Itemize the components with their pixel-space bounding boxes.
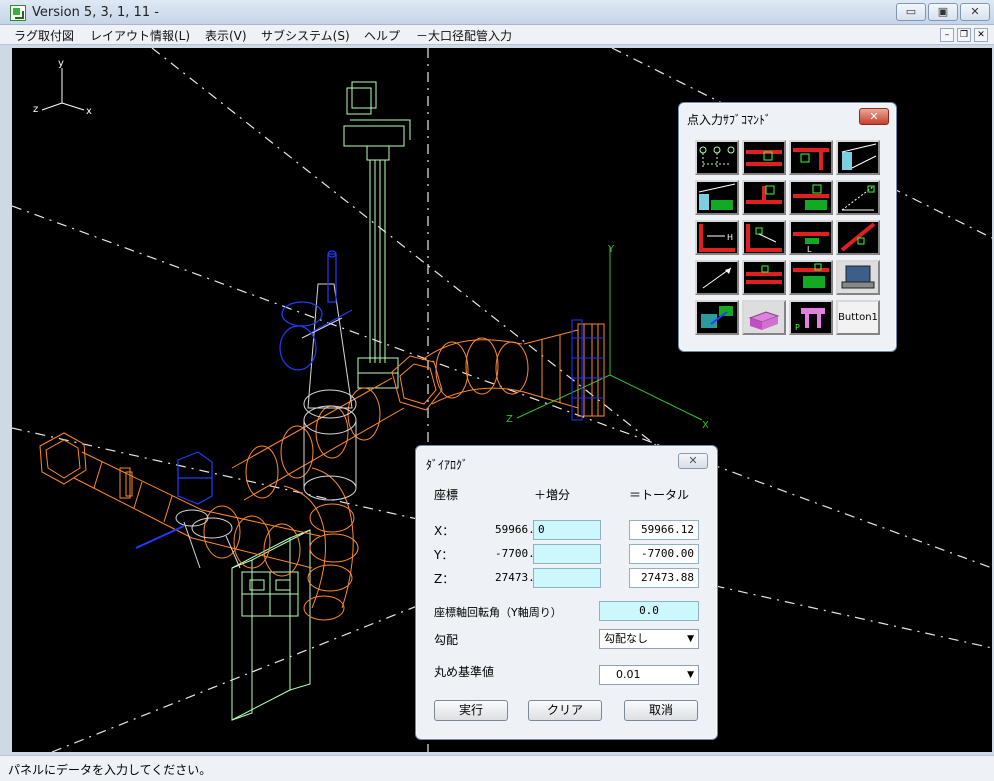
y-increment-input[interactable]	[533, 544, 601, 564]
red-diagonal-icon[interactable]	[836, 220, 880, 255]
menu-help[interactable]: ヘルプ	[364, 27, 400, 44]
svg-text:L: L	[807, 245, 812, 253]
arrow-diagonal-icon[interactable]	[695, 260, 739, 295]
red-corner-point-icon[interactable]	[789, 140, 833, 175]
panel-diagonal-icon[interactable]	[836, 140, 880, 175]
axis-indicator-small	[41, 68, 85, 111]
end-flange-bolts	[571, 319, 604, 421]
slope-select[interactable]: 勾配なし ▼	[599, 629, 699, 649]
mdi-restore-button[interactable]: ❐	[957, 28, 971, 42]
x-total-field: 59966.12	[629, 520, 699, 540]
axis-main	[516, 246, 703, 421]
execute-button[interactable]: 実行	[434, 700, 508, 721]
rounding-selected-value: 0.01	[616, 668, 641, 681]
menu-subsystem[interactable]: サブシステム(S)	[261, 27, 350, 44]
main-axis-y: Y	[607, 244, 615, 255]
status-message: パネルにデータを入力してください。	[8, 763, 212, 777]
chevron-down-icon: ▼	[687, 670, 694, 680]
support-t-icon[interactable]: P	[789, 300, 833, 335]
button1[interactable]: Button1	[836, 300, 880, 335]
palette-close-button[interactable]: ✕	[859, 108, 889, 125]
menu-bar: ラグ取付図 レイアウト情報(L) 表示(V) サブシステム(S) ヘルプ －大口…	[0, 25, 994, 45]
point-input-palette: 点入力ｻﾌﾞｺﾏﾝﾄﾞ ✕ H L P Button1	[678, 102, 897, 352]
svg-text:P: P	[795, 323, 800, 332]
mdi-close-button[interactable]: ✕	[974, 28, 988, 42]
block-line-icon[interactable]	[695, 180, 739, 215]
red-line-point-icon[interactable]	[742, 140, 786, 175]
z-increment-input[interactable]	[533, 568, 601, 588]
dialog-title: ﾀﾞｲｱﾛｸﾞ	[426, 458, 469, 472]
red-dim-l-icon[interactable]: L	[789, 220, 833, 255]
red-double-point-icon[interactable]	[742, 260, 786, 295]
frame-offset-icon[interactable]	[742, 220, 786, 255]
point-grid-icon[interactable]	[695, 140, 739, 175]
x-increment-input[interactable]: 0	[533, 520, 601, 540]
y-label: Y：	[434, 548, 454, 562]
pipe-support-frame	[231, 529, 311, 721]
rounding-select[interactable]: 0.01 ▼	[599, 665, 699, 685]
red-tee-point-icon[interactable]	[742, 180, 786, 215]
red-tee-block-icon[interactable]	[789, 180, 833, 215]
mdi-minimize-button[interactable]: –	[940, 28, 954, 42]
main-axis-x: X	[702, 420, 709, 431]
main-axis-z: Z	[506, 414, 513, 425]
z-label: Z：	[434, 572, 455, 586]
status-bar: パネルにデータを入力してください。	[0, 755, 994, 781]
small-axis-x: x	[86, 106, 92, 117]
z-total-field: 27473.88	[629, 568, 699, 588]
close-button[interactable]: ✕	[960, 3, 990, 21]
menu-large-pipe-input[interactable]: －大口径配管入力	[416, 27, 512, 44]
view-arrow-icon[interactable]	[695, 300, 739, 335]
header-increment: ＋増分	[534, 488, 571, 502]
title-bar: Version 5, 3, 1, 11 - ▭ ▣ ✕	[0, 0, 994, 25]
rotation-input[interactable]: 0.0	[599, 601, 699, 621]
menu-layout-info[interactable]: レイアウト情報(L)	[90, 27, 190, 44]
box-3d-icon[interactable]	[742, 300, 786, 335]
slope-selected-value: 勾配なし	[604, 632, 648, 645]
slope-label: 勾配	[434, 633, 459, 647]
restore-button[interactable]: ▣	[928, 3, 958, 21]
valve-handles	[135, 250, 353, 549]
frame-h-icon[interactable]: H	[695, 220, 739, 255]
window-title: Version 5, 3, 1, 11 -	[32, 5, 159, 20]
coordinate-dialog: ﾀﾞｲｱﾛｸﾞ ✕ 座標 ＋増分 ＝トータル X： 59966.12 0 599…	[415, 445, 718, 740]
dialog-close-button[interactable]: ✕	[678, 453, 708, 469]
svg-text:H: H	[727, 233, 733, 242]
menu-view[interactable]: 表示(V)	[205, 27, 247, 44]
laptop-icon[interactable]	[836, 260, 880, 295]
minimize-button[interactable]: ▭	[896, 3, 926, 21]
chevron-down-icon: ▼	[687, 634, 694, 644]
palette-button-grid: H L P Button1	[695, 140, 880, 337]
x-label: X：	[434, 524, 455, 538]
palette-title: 点入力ｻﾌﾞｺﾏﾝﾄﾞ	[687, 113, 772, 127]
diagonal-point-icon[interactable]	[836, 180, 880, 215]
red-double-block-icon[interactable]	[789, 260, 833, 295]
cancel-button[interactable]: 取消	[624, 700, 698, 721]
small-axis-z: z	[33, 104, 38, 115]
header-coord: 座標	[434, 488, 459, 502]
rotation-label: 座標軸回転角（Y軸周り）	[434, 606, 562, 619]
header-total: ＝トータル	[629, 488, 690, 502]
clear-button[interactable]: クリア	[528, 700, 602, 721]
app-icon	[10, 5, 26, 21]
menu-lug-drawing[interactable]: ラグ取付図	[14, 27, 74, 44]
pipe-hanger	[343, 81, 411, 389]
y-total-field: -7700.00	[629, 544, 699, 564]
rounding-label: 丸め基準値	[434, 665, 495, 679]
small-axis-y: y	[58, 58, 64, 69]
